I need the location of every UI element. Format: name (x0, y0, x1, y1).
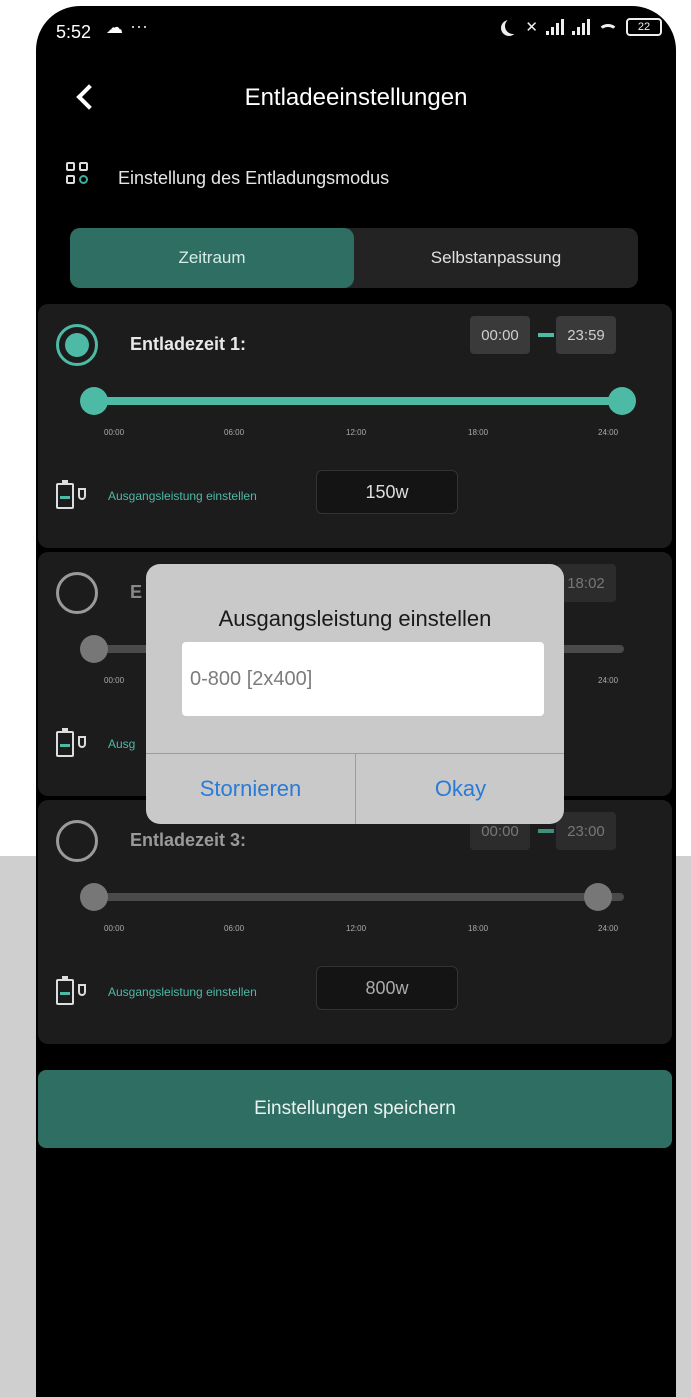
page-title: Entladeeinstellungen (244, 84, 468, 111)
end-time-box[interactable]: 23:59 (556, 316, 616, 354)
card-label: Entladezeit 3: (130, 830, 247, 850)
radio-button[interactable] (56, 820, 98, 862)
radio-button[interactable] (56, 572, 98, 614)
grid-icon (66, 162, 88, 184)
tick-label: 00:00 (104, 676, 125, 685)
cancel-button[interactable]: Stornieren (146, 754, 355, 824)
signal-icon (572, 19, 590, 35)
tick-label: 18:00 (468, 428, 489, 437)
power-value-input[interactable] (182, 642, 544, 716)
tick-label: 12:00 (346, 924, 367, 933)
discharge-card-3: Entladezeit 3: 00:00 23:00 00:00 06:00 1… (38, 800, 672, 1044)
mode-segmented-control: Zeitraum Selbstanpassung (70, 228, 638, 288)
card-label: E (130, 582, 143, 602)
start-time-box[interactable]: 00:00 (470, 316, 530, 354)
end-time-box[interactable]: 23:00 (556, 812, 616, 850)
tick-label: 12:00 (346, 428, 367, 437)
tick-label: 06:00 (224, 428, 245, 437)
slider-start-handle[interactable] (80, 883, 108, 911)
radio-button[interactable] (56, 324, 98, 366)
slider-end-handle[interactable] (608, 387, 636, 415)
power-label: Ausg (108, 737, 136, 751)
battery-plug-icon (56, 976, 88, 1008)
tick-label: 24:00 (598, 676, 619, 685)
end-time-box[interactable]: 18:02 (556, 564, 616, 602)
power-label: Ausgangsleistung einstellen (108, 489, 257, 503)
okay-button[interactable]: Okay (356, 754, 564, 824)
tick-label: 24:00 (598, 924, 619, 933)
discharge-card-1: Entladezeit 1: 00:00 23:59 00:00 06:00 1… (38, 304, 672, 548)
tick-label: 24:00 (598, 428, 619, 437)
tick-label: 00:00 (104, 428, 125, 437)
slider-start-handle[interactable] (80, 387, 108, 415)
slider-end-handle[interactable] (584, 883, 612, 911)
power-input[interactable]: 800w (316, 966, 458, 1010)
wifi-icon (598, 24, 618, 40)
cloud-icon: ☁ (106, 18, 123, 37)
battery-plug-icon (56, 728, 88, 760)
save-settings-button[interactable]: Einstellungen speichern (38, 1070, 672, 1148)
signal-icon (546, 19, 564, 35)
slider-start-handle[interactable] (80, 635, 108, 663)
alarm-off-icon: ✕ (525, 19, 538, 36)
battery-icon: 22 (626, 18, 662, 36)
status-icons: ✕ 22 (501, 18, 662, 36)
moon-icon (505, 18, 521, 34)
time-slider-track[interactable] (92, 893, 624, 901)
time-slider-track[interactable] (92, 397, 624, 405)
status-time: 5:52 (56, 22, 92, 42)
notification-dots: ··· (130, 16, 148, 36)
tab-zeitraum[interactable]: Zeitraum (70, 228, 354, 288)
time-dash (538, 333, 554, 337)
battery-plug-icon (56, 480, 88, 512)
status-bar: 5:52 ☁ ··· ✕ 22 (36, 6, 676, 62)
power-dialog: Ausgangsleistung einstellen Stornieren O… (146, 564, 564, 824)
tab-selbstanpassung[interactable]: Selbstanpassung (354, 228, 638, 288)
tick-label: 00:00 (104, 924, 125, 933)
time-dash (538, 829, 554, 833)
power-input[interactable]: 150w (316, 470, 458, 514)
dialog-title: Ausgangsleistung einstellen (218, 606, 492, 631)
power-label: Ausgangsleistung einstellen (108, 985, 257, 999)
mode-label: Einstellung des Entladungsmodus (118, 168, 390, 188)
tick-label: 18:00 (468, 924, 489, 933)
card-label: Entladezeit 1: (130, 334, 247, 354)
tick-label: 06:00 (224, 924, 245, 933)
